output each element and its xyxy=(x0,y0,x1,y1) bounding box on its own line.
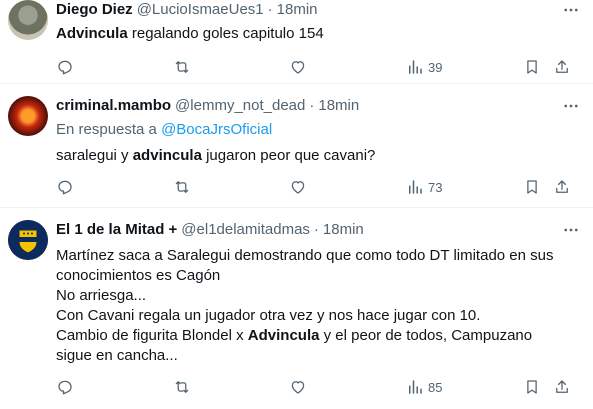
views-button[interactable]: 39 xyxy=(406,58,442,76)
heart-icon xyxy=(291,181,305,194)
retweet-button[interactable] xyxy=(173,58,191,76)
more-options-button[interactable] xyxy=(561,220,581,240)
like-button[interactable] xyxy=(289,58,307,76)
avatar[interactable] xyxy=(8,96,48,136)
bookmark-button[interactable] xyxy=(523,58,541,76)
text-segment: conocimientos es Cagón xyxy=(56,267,221,284)
share-button[interactable] xyxy=(553,58,571,76)
reply-button[interactable] xyxy=(56,378,74,396)
author-handle[interactable]: @el1delamitadmas xyxy=(181,220,310,240)
more-horizontal-icon xyxy=(564,8,578,12)
share-icon xyxy=(556,380,568,393)
club-crest-icon xyxy=(8,220,48,260)
text-segment: saralegui y xyxy=(56,147,133,164)
action-bar: 85 xyxy=(56,378,585,398)
separator-dot: · xyxy=(267,1,273,18)
views-count: 85 xyxy=(428,379,443,395)
text-segment: Cambio de figurita Blondel x xyxy=(56,327,248,344)
text-segment: y el peor de todos, Campuzano xyxy=(319,327,533,344)
tweet-header: Diego Diez @LucioIsmaeUes1 · 18min xyxy=(56,0,581,20)
heart-icon xyxy=(291,61,305,74)
reply-mention-link[interactable]: @BocaJrsOficial xyxy=(161,121,272,138)
separator-dot: · xyxy=(313,221,319,238)
author-name[interactable]: El 1 de la Mitad + xyxy=(56,220,177,240)
text-segment: Con Cavani regala un jugador otra vez y … xyxy=(56,307,481,324)
bookmark-button[interactable] xyxy=(523,378,541,396)
tweet[interactable]: El 1 de la Mitad + @el1delamitadmas · 18… xyxy=(0,208,593,409)
views-button[interactable]: 85 xyxy=(406,378,442,396)
more-horizontal-icon xyxy=(564,104,578,108)
author-handle[interactable]: @LucioIsmaeUes1 xyxy=(137,0,264,20)
text-segment: regalando goles capitulo 154 xyxy=(127,25,324,42)
retweet-button[interactable] xyxy=(173,178,191,196)
tweet-text: Advincula regalando goles capitulo 154 xyxy=(56,24,581,44)
views-chart-icon xyxy=(409,60,422,74)
tweet-header: El 1 de la Mitad + @el1delamitadmas · 18… xyxy=(56,220,581,240)
views-chart-icon xyxy=(409,180,422,194)
author-name[interactable]: criminal.mambo xyxy=(56,96,171,116)
bookmark-icon xyxy=(527,60,537,74)
highlighted-term: Advincula xyxy=(247,327,320,344)
bookmark-button[interactable] xyxy=(523,178,541,196)
tweet-text-line: Martínez saca a Saralegui demostrando qu… xyxy=(56,246,581,266)
more-options-button[interactable] xyxy=(561,96,581,116)
reply-context: En respuesta a @BocaJrsOficial xyxy=(56,120,581,140)
retweet-button[interactable] xyxy=(173,378,191,396)
text-segment: Martínez saca a Saralegui demostrando qu… xyxy=(56,247,554,264)
author-name[interactable]: Diego Diez xyxy=(56,0,133,20)
tweet-text: Martínez saca a Saralegui demostrando qu… xyxy=(56,246,581,366)
tweet-text-line: sigue en cancha... xyxy=(56,346,581,366)
bookmark-icon xyxy=(527,180,537,194)
reply-prefix: En respuesta a xyxy=(56,121,162,138)
heart-icon xyxy=(291,381,305,394)
reply-button[interactable] xyxy=(56,58,74,76)
more-horizontal-icon xyxy=(564,228,578,232)
reply-button[interactable] xyxy=(56,178,74,196)
separator-dot: · xyxy=(309,97,315,114)
reply-icon xyxy=(58,180,72,195)
retweet-icon xyxy=(175,61,189,73)
tweet-text-line: Con Cavani regala un jugador otra vez y … xyxy=(56,306,581,326)
views-count: 39 xyxy=(428,59,443,75)
tweet-text-line: No arriesga... xyxy=(56,286,581,306)
share-icon xyxy=(556,180,568,193)
views-chart-icon xyxy=(409,380,422,394)
timestamp[interactable]: 18min xyxy=(323,220,364,240)
avatar[interactable] xyxy=(8,220,48,260)
author-handle[interactable]: @lemmy_not_dead xyxy=(175,96,305,116)
retweet-icon xyxy=(175,181,189,193)
like-button[interactable] xyxy=(289,378,307,396)
text-segment: sigue en cancha... xyxy=(56,347,178,364)
action-bar: 39 xyxy=(56,58,585,78)
views-count: 73 xyxy=(428,179,443,195)
text-segment: No arriesga... xyxy=(56,287,147,304)
tweet-text: saralegui y advincula jugaron peor que c… xyxy=(56,146,581,166)
tweet-text-line: conocimientos es Cagón xyxy=(56,266,581,286)
text-segment: jugaron peor que cavani? xyxy=(201,147,376,164)
more-options-button[interactable] xyxy=(561,0,581,20)
like-button[interactable] xyxy=(289,178,307,196)
avatar[interactable] xyxy=(8,0,48,40)
share-button[interactable] xyxy=(553,178,571,196)
views-button[interactable]: 73 xyxy=(406,178,442,196)
tweet[interactable]: criminal.mambo @lemmy_not_dead · 18min E… xyxy=(0,84,593,208)
share-icon xyxy=(556,60,568,73)
bookmark-icon xyxy=(527,380,537,394)
highlighted-term: Advincula xyxy=(56,25,128,42)
timestamp[interactable]: 18min xyxy=(318,96,359,116)
retweet-icon xyxy=(175,381,189,393)
tweet-text-line: Advincula regalando goles capitulo 154 xyxy=(56,24,581,44)
share-button[interactable] xyxy=(553,378,571,396)
highlighted-term: advincula xyxy=(132,147,202,164)
timestamp[interactable]: 18min xyxy=(277,0,318,20)
reply-icon xyxy=(58,380,72,395)
tweet-text-line: saralegui y advincula jugaron peor que c… xyxy=(56,146,581,166)
reply-icon xyxy=(58,60,72,75)
tweet[interactable]: Diego Diez @LucioIsmaeUes1 · 18min Advin… xyxy=(0,0,593,84)
tweet-text-line: Cambio de figurita Blondel x Advincula y… xyxy=(56,326,581,346)
tweet-header: criminal.mambo @lemmy_not_dead · 18min xyxy=(56,96,581,116)
action-bar: 73 xyxy=(56,178,585,198)
